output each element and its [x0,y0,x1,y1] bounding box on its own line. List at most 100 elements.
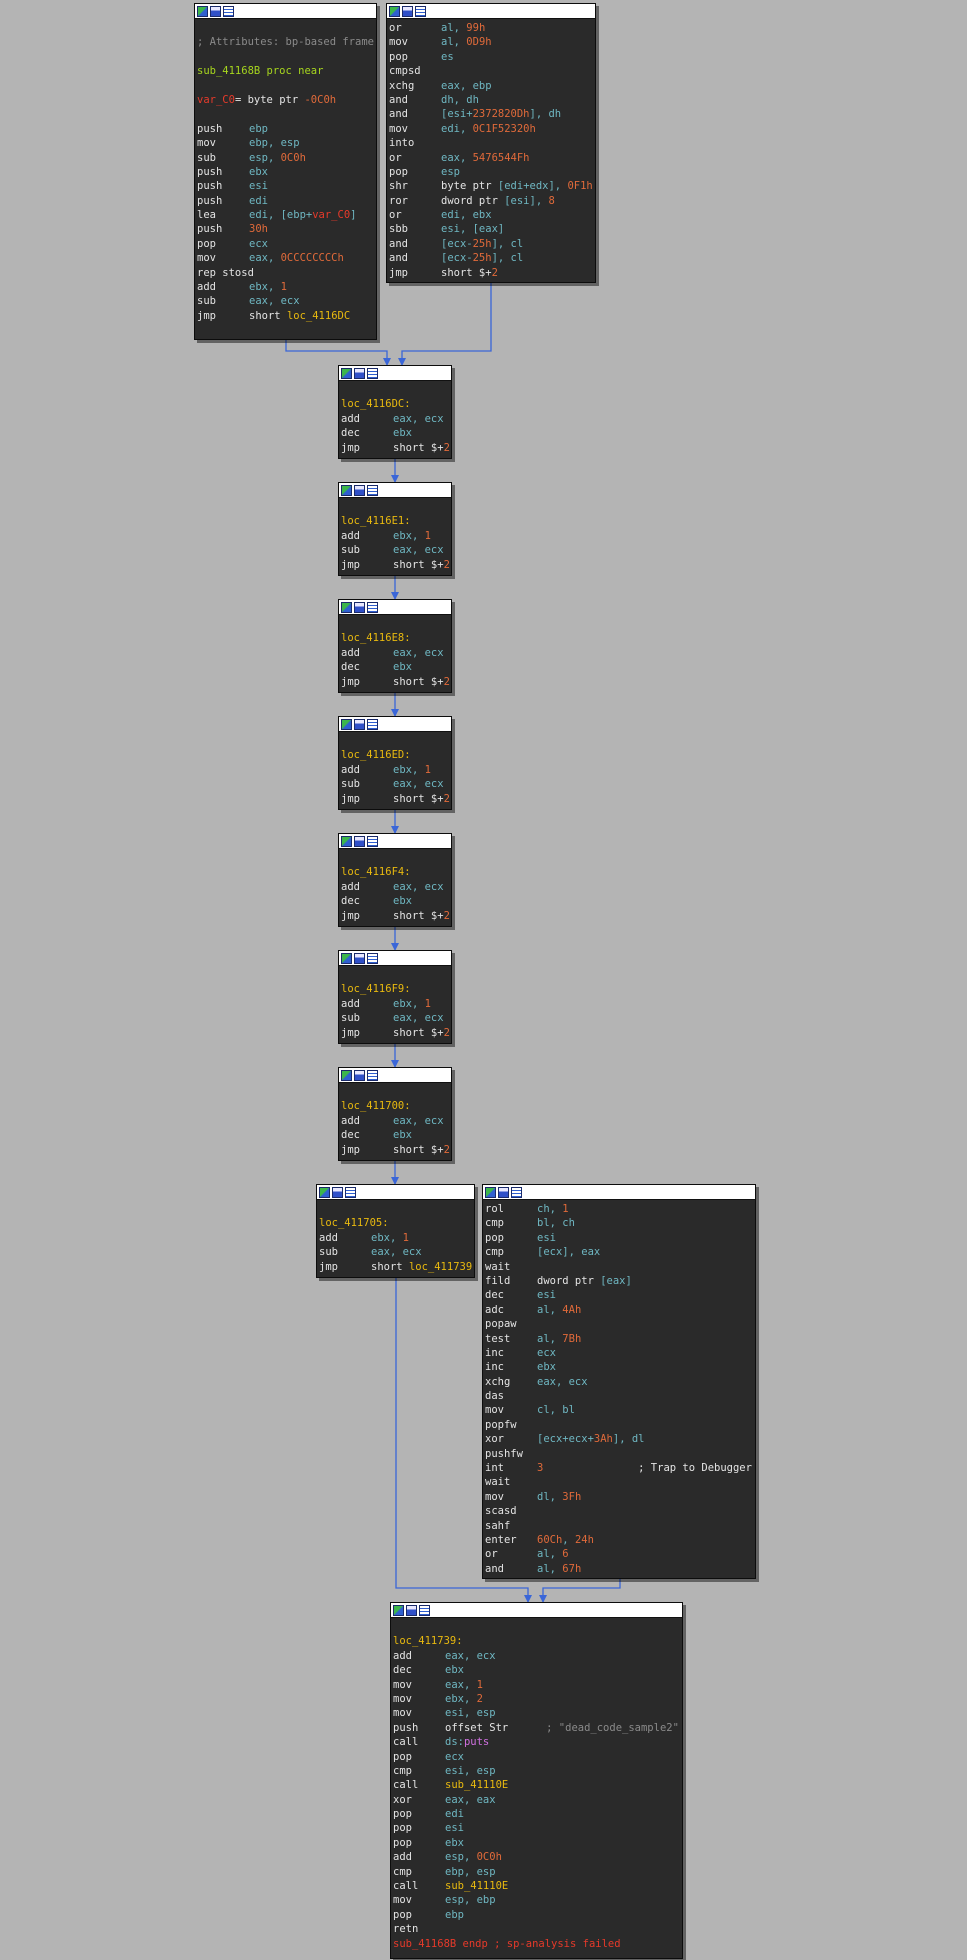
asm-line[interactable]: add eax, ecx [339,880,451,894]
block-loc-4116F4[interactable]: loc_4116F4: add eax, ecx dec ebx jmp short $+2 [338,833,452,927]
asm-line[interactable]: sub_41168B proc near [195,64,376,78]
text-view-icon[interactable] [415,5,426,17]
asm-line[interactable]: call sub_41110E [391,1778,682,1792]
asm-line[interactable]: and dh, dh [387,93,595,107]
asm-line[interactable]: mov ebx, 2 [391,1692,682,1706]
asm-line[interactable]: jmp short $+2 [339,675,451,689]
asm-line[interactable]: add eax, ecx [339,646,451,660]
block-titlebar[interactable] [317,1185,474,1200]
asm-line[interactable]: popaw [483,1317,755,1331]
asm-line[interactable]: cmp [ecx], eax [483,1245,755,1259]
asm-line[interactable]: mov eax, 1 [391,1678,682,1692]
flow-chart-icon[interactable] [354,601,365,613]
flow-chart-icon[interactable] [354,835,365,847]
asm-line[interactable]: scasd [483,1504,755,1518]
flow-chart-icon[interactable] [406,1604,417,1616]
block-titlebar[interactable] [339,717,451,732]
asm-line[interactable]: popfw [483,1418,755,1432]
asm-line[interactable]: and [ecx-25h], cl [387,237,595,251]
asm-line[interactable]: mov esi, esp [391,1706,682,1720]
asm-line[interactable]: cmpsd [387,64,595,78]
asm-line[interactable]: sub eax, ecx [195,294,376,308]
asm-line[interactable]: pop esp [387,165,595,179]
graph-overview-icon[interactable] [319,1186,330,1198]
asm-line[interactable]: mov edi, 0C1F52320h [387,122,595,136]
asm-line[interactable]: add ebx, 1 [339,997,451,1011]
asm-line[interactable]: jmp short $+2 [339,441,451,455]
block-titlebar[interactable] [391,1603,682,1618]
asm-line[interactable] [339,734,451,748]
graph-overview-icon[interactable] [341,1069,352,1081]
asm-line[interactable]: loc_4116E8: [339,631,451,645]
asm-line[interactable]: dec ebx [339,1128,451,1142]
block-titlebar[interactable] [339,951,451,966]
asm-line[interactable]: jmp short $+2 [339,792,451,806]
block-titlebar[interactable] [387,4,595,19]
asm-line[interactable]: or al, 99h [387,21,595,35]
block-loc-4116E8[interactable]: loc_4116E8: add eax, ecx dec ebx jmp short $+2 [338,599,452,693]
asm-line[interactable] [195,79,376,93]
asm-line[interactable]: add ebx, 1 [317,1231,474,1245]
asm-line[interactable]: and [ecx-25h], cl [387,251,595,265]
flow-chart-icon[interactable] [498,1186,509,1198]
block-loc-4116ED[interactable]: loc_4116ED: add ebx, 1 sub eax, ecx jmp short … [338,716,452,810]
flow-chart-icon[interactable] [210,5,221,17]
asm-line[interactable] [339,500,451,514]
asm-line[interactable] [339,968,451,982]
asm-line[interactable]: pop esi [391,1821,682,1835]
asm-line[interactable]: pushfw [483,1447,755,1461]
asm-line[interactable]: pop ebx [391,1836,682,1850]
asm-line[interactable]: sub esp, 0C0h [195,151,376,165]
asm-line[interactable]: or al, 6 [483,1547,755,1561]
block-titlebar[interactable] [195,4,376,19]
asm-line[interactable]: jmp short loc_411739 [317,1260,474,1274]
block-titlebar[interactable] [339,1068,451,1083]
asm-line[interactable]: sub eax, ecx [317,1245,474,1259]
asm-line[interactable]: enter 60Ch, 24h [483,1533,755,1547]
block-titlebar[interactable] [339,483,451,498]
flow-chart-icon[interactable] [354,718,365,730]
text-view-icon[interactable] [223,5,234,17]
asm-line[interactable]: mov dl, 3Fh [483,1490,755,1504]
block-loc-4116DC[interactable]: loc_4116DC: add eax, ecx dec ebx jmp short $+2 [338,365,452,459]
graph-overview-icon[interactable] [341,952,352,964]
graph-overview-icon[interactable] [341,718,352,730]
block-junk-top[interactable]: or al, 99h mov al, 0D9h pop es cmpsd xchg eax, e… [386,3,596,283]
text-view-icon[interactable] [367,1069,378,1081]
asm-line[interactable]: jmp short $+2 [387,266,595,280]
graph-overview-icon[interactable] [389,5,400,17]
asm-line[interactable]: lea edi, [ebp+var_C0] [195,208,376,222]
block-junk-mid[interactable]: rol ch, 1 cmp bl, ch pop esi cmp [ecx], eax wait… [482,1184,756,1579]
asm-line[interactable]: push 30h [195,222,376,236]
asm-line[interactable]: adc al, 4Ah [483,1303,755,1317]
asm-line[interactable]: loc_4116F9: [339,982,451,996]
graph-overview-icon[interactable] [393,1604,404,1616]
asm-line[interactable] [195,107,376,121]
asm-line[interactable]: pop ebp [391,1908,682,1922]
asm-line[interactable]: add eax, ecx [339,412,451,426]
text-view-icon[interactable] [511,1186,522,1198]
flow-chart-icon[interactable] [332,1186,343,1198]
asm-line[interactable]: mov ebp, esp [195,136,376,150]
text-view-icon[interactable] [367,952,378,964]
graph-overview-icon[interactable] [341,484,352,496]
asm-line[interactable]: inc ecx [483,1346,755,1360]
asm-line[interactable]: pop es [387,50,595,64]
asm-line[interactable]: shr byte ptr [edi+edx], 0F1h [387,179,595,193]
block-titlebar[interactable] [339,366,451,381]
asm-line[interactable]: jmp short loc_4116DC [195,309,376,323]
asm-line[interactable]: loc_4116ED: [339,748,451,762]
block-loc-411739[interactable]: loc_411739: add eax, ecx dec ebx mov eax, 1 mov… [390,1602,683,1959]
asm-line[interactable]: inc ebx [483,1360,755,1374]
graph-overview-icon[interactable] [341,601,352,613]
asm-line[interactable]: and al, 67h [483,1562,755,1576]
asm-line[interactable]: push esi [195,179,376,193]
asm-line[interactable]: jmp short $+2 [339,909,451,923]
asm-line[interactable] [339,851,451,865]
asm-line[interactable]: ror dword ptr [esi], 8 [387,194,595,208]
asm-line[interactable]: cmp bl, ch [483,1216,755,1230]
flow-chart-icon[interactable] [354,367,365,379]
asm-line[interactable]: jmp short $+2 [339,558,451,572]
asm-line[interactable] [317,1202,474,1216]
asm-line[interactable] [339,383,451,397]
